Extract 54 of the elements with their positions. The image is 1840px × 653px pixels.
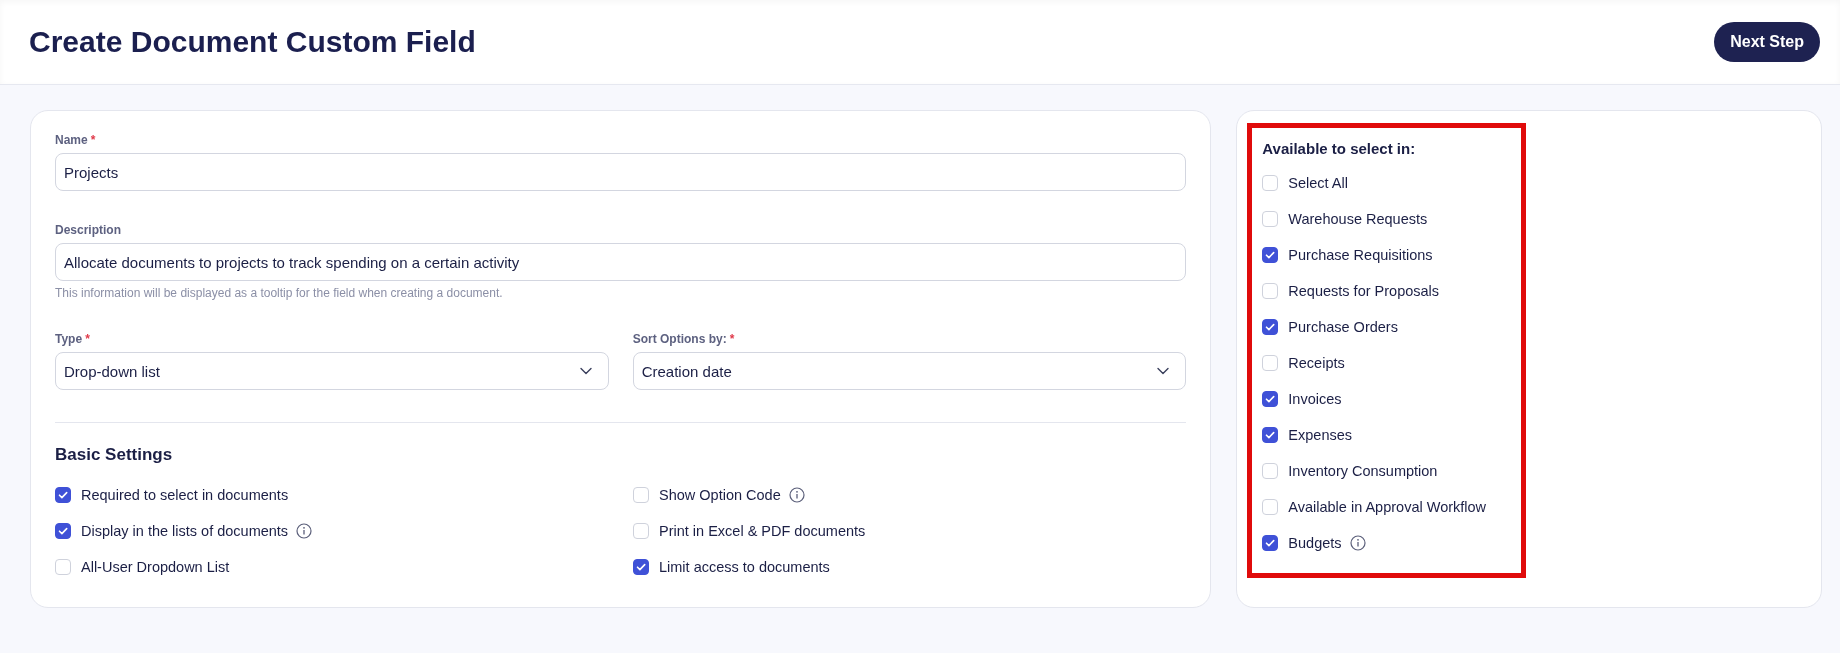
checkbox[interactable] xyxy=(1262,427,1279,443)
checkbox-label: Show Option Code xyxy=(659,487,781,503)
checkbox-label: Purchase Requisitions xyxy=(1288,247,1433,263)
page-title: Create Document Custom Field xyxy=(29,25,476,59)
field-hint: This information will be displayed as a tooltip for the field when creating a document. xyxy=(55,286,504,300)
info-icon[interactable] xyxy=(1349,535,1366,551)
checkbox-label: Required to select in documents xyxy=(81,487,289,503)
check-icon xyxy=(1264,429,1277,441)
field-label: Type * xyxy=(55,332,91,346)
checkbox-label: Select All xyxy=(1288,175,1348,191)
checkbox-label: Available in Approval Workflow xyxy=(1288,499,1487,515)
checkbox-label: Print in Excel & PDF documents xyxy=(659,523,866,539)
check-icon xyxy=(57,525,69,537)
checkbox[interactable] xyxy=(1262,247,1279,263)
required-mark: * xyxy=(729,332,735,346)
checkbox[interactable] xyxy=(1262,535,1279,551)
section-title: Available to select in: xyxy=(1262,140,1417,157)
checkbox[interactable] xyxy=(55,523,71,539)
info-icon[interactable] xyxy=(788,487,805,503)
check-icon xyxy=(1264,537,1277,549)
checkbox-label: Invoices xyxy=(1288,391,1342,407)
text-input[interactable]: Allocate documents to projects to track spending on a certain activity xyxy=(55,243,1187,281)
checkbox-label: Inventory Consumption xyxy=(1288,463,1438,479)
required-mark: * xyxy=(90,133,96,147)
dropdown-select[interactable]: Creation date xyxy=(632,352,1187,390)
checkbox-label: Expenses xyxy=(1288,427,1352,443)
chevron-down-icon xyxy=(1157,367,1170,375)
text-input[interactable]: Projects xyxy=(55,153,1187,191)
check-icon xyxy=(57,489,69,501)
checkbox-label: Limit access to documents xyxy=(659,559,830,575)
check-icon xyxy=(1264,321,1277,333)
info-icon[interactable] xyxy=(296,523,313,539)
checkbox[interactable] xyxy=(1262,391,1279,407)
checkbox-label: Receipts xyxy=(1288,355,1345,371)
checkbox-label: All-User Dropdown List xyxy=(81,559,230,575)
checkbox-label: Warehouse Requests xyxy=(1288,211,1428,227)
section-title: Basic Settings xyxy=(55,445,174,465)
required-mark: * xyxy=(85,332,90,346)
checkbox-label: Budgets xyxy=(1288,535,1342,551)
checkbox[interactable] xyxy=(1262,319,1279,335)
checkbox-label: Purchase Orders xyxy=(1288,319,1398,335)
chevron-down-icon xyxy=(579,367,592,375)
field-label: Description xyxy=(55,223,122,237)
checkbox-label: Display in the lists of documents xyxy=(81,523,289,539)
checkbox[interactable] xyxy=(55,487,71,503)
check-icon xyxy=(635,561,647,573)
checkbox[interactable] xyxy=(633,559,649,575)
check-icon xyxy=(1264,249,1277,261)
check-icon xyxy=(1264,393,1277,405)
field-label: Name * xyxy=(55,133,97,147)
checkbox-label: Requests for Proposals xyxy=(1288,283,1440,299)
field-label: Sort Options by: * xyxy=(632,332,736,346)
dropdown-select[interactable]: Drop-down list xyxy=(55,352,609,390)
next-step-button[interactable]: Next Step xyxy=(1714,22,1820,62)
